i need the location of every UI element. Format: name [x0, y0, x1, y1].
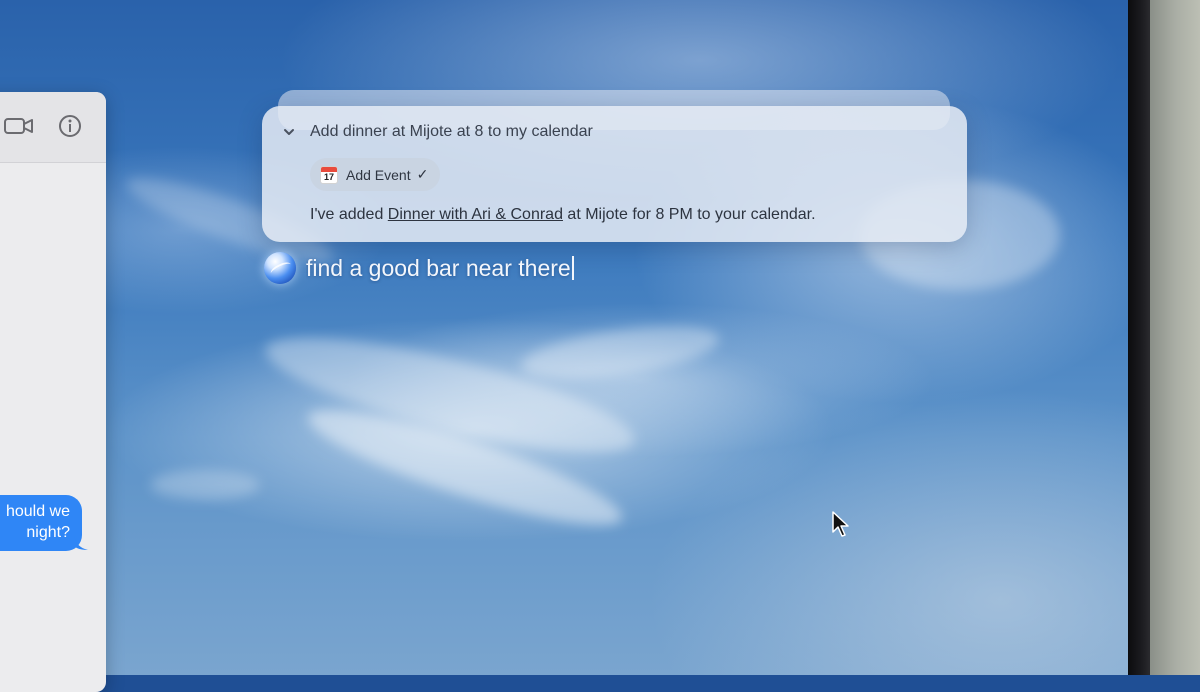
- event-link[interactable]: Dinner with Ari & Conrad: [388, 206, 563, 223]
- siri-response-panel: Add dinner at Mijote at 8 to my calendar…: [262, 106, 967, 242]
- messages-toolbar: [0, 92, 106, 163]
- add-event-label: Add Event: [346, 166, 411, 183]
- calendar-icon: 17: [320, 165, 338, 184]
- chevron-down-icon[interactable]: [282, 125, 296, 139]
- add-event-button[interactable]: 17 Add Event ✓: [310, 158, 441, 191]
- message-line: night?: [26, 524, 70, 541]
- siri-response-text: I've added Dinner with Ari & Conrad at M…: [310, 206, 816, 224]
- response-prefix: I've added: [310, 206, 388, 223]
- message-line: hould we: [5, 503, 70, 520]
- message-bubble[interactable]: hould we night?: [0, 495, 82, 551]
- siri-query-text: Add dinner at Mijote at 8 to my calendar: [310, 123, 593, 140]
- cloud: [517, 316, 723, 389]
- response-suffix: at Mijote for 8 PM to your calendar.: [562, 206, 816, 223]
- checkmark-icon: ✓: [416, 166, 429, 182]
- mouse-pointer-icon: [832, 511, 849, 537]
- siri-input-text: find a good bar near there: [306, 255, 571, 281]
- background-outside-screen: [1150, 0, 1200, 675]
- bubble-tail: [74, 536, 88, 550]
- messages-window: hould we night?: [0, 92, 106, 692]
- text-caret: [571, 256, 574, 280]
- siri-orb-icon[interactable]: [264, 252, 296, 284]
- video-camera-icon[interactable]: [4, 116, 34, 141]
- siri-text-input[interactable]: find a good bar near there: [306, 252, 706, 284]
- siri-query-row[interactable]: Add dinner at Mijote at 8 to my calendar: [282, 122, 593, 142]
- cloud: [150, 470, 260, 500]
- info-icon[interactable]: [58, 114, 82, 143]
- screen-bezel: [1128, 0, 1150, 675]
